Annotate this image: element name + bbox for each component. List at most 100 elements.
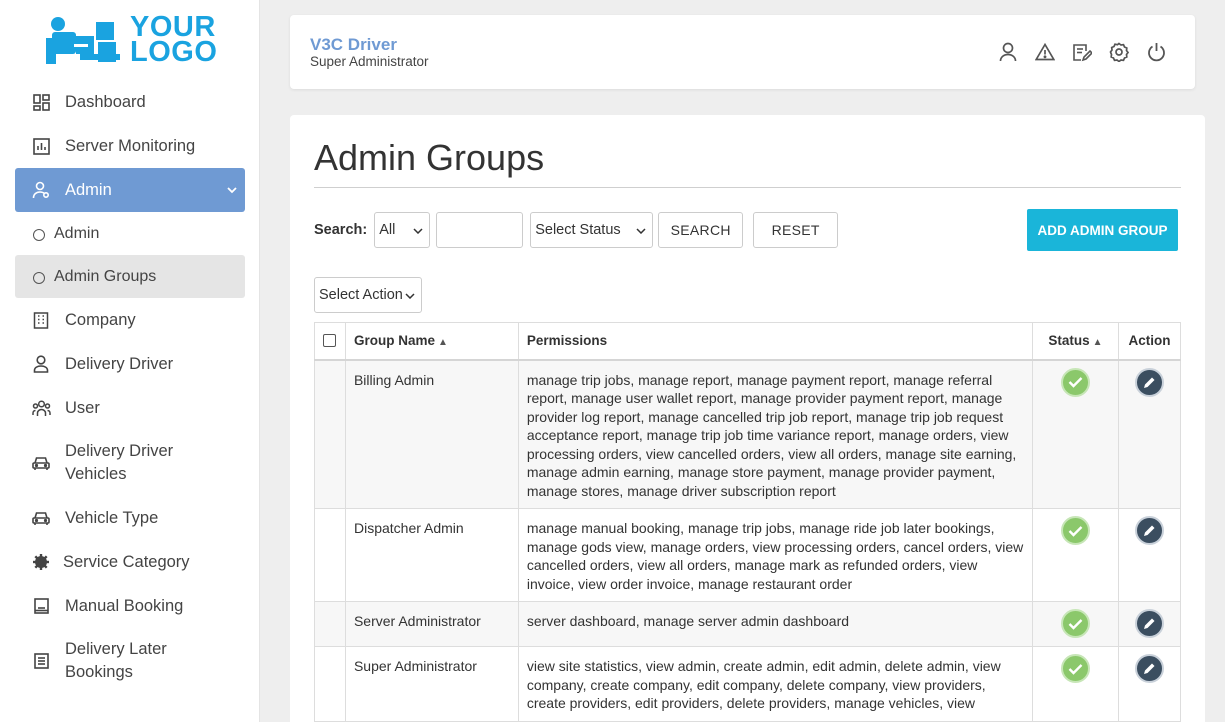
active-status-icon[interactable] <box>1061 516 1090 545</box>
logo-icon <box>46 17 120 64</box>
group-name-cell: Dispatcher Admin <box>344 508 519 602</box>
edit-icon[interactable] <box>1134 609 1164 638</box>
column-header-status[interactable]: Status ▲︎ <box>1032 322 1119 361</box>
action-cell <box>1117 646 1182 722</box>
row-checkbox-cell[interactable] <box>314 508 346 602</box>
sidebar-item-label: Vehicle Type <box>65 508 159 527</box>
sidebar-item-company[interactable]: Company <box>15 298 245 342</box>
search-field-select[interactable]: All <box>374 212 431 248</box>
sidebar-item-server-monitoring[interactable]: Server Monitoring <box>15 124 245 168</box>
circle-icon <box>33 229 45 241</box>
add-admin-group-button[interactable]: ADD ADMIN GROUP <box>1027 209 1178 251</box>
bulk-action-select[interactable]: Select Action <box>314 277 422 313</box>
logo[interactable]: YOUR LOGO <box>44 12 217 68</box>
dashboard-icon <box>31 92 51 112</box>
active-status-icon[interactable] <box>1061 609 1090 638</box>
user-icon <box>31 354 51 374</box>
search-label: Search: <box>314 222 368 238</box>
booking-icon <box>31 596 51 616</box>
user-role: Super Administrator <box>310 54 429 69</box>
settings-icon[interactable] <box>1108 41 1130 63</box>
divider <box>314 187 1181 188</box>
search-input[interactable] <box>436 212 524 248</box>
sidebar-subitem-admin-groups[interactable]: Admin Groups <box>15 255 245 298</box>
table-row: Billing Admin manage trip jobs, manage r… <box>314 359 1182 509</box>
page-title: Admin Groups <box>314 137 545 178</box>
sidebar-item-delivery-driver-vehicles[interactable]: Delivery Driver Vehicles <box>15 430 245 496</box>
sidebar-item-label: Dashboard <box>65 92 146 111</box>
sidebar-item-service-category[interactable]: Service Category <box>15 540 245 584</box>
sort-icon: ▲︎ <box>1092 337 1103 349</box>
car-icon <box>31 508 51 528</box>
status-select-value: Select Status <box>535 222 621 238</box>
status-select[interactable]: Select Status <box>530 212 654 248</box>
edit-icon[interactable] <box>1134 654 1164 683</box>
power-icon[interactable] <box>1145 41 1167 63</box>
select-all-checkbox[interactable] <box>323 334 337 348</box>
row-checkbox-cell[interactable] <box>314 646 346 722</box>
sidebar-item-label: Service Category <box>63 552 190 571</box>
top-header: V3C Driver Super Administrator <box>290 15 1195 89</box>
action-cell <box>1117 359 1182 509</box>
sidebar-item-label: User <box>65 398 100 417</box>
sidebar-item-delivery-driver[interactable]: Delivery Driver <box>15 342 245 386</box>
admin-user-icon <box>31 180 51 200</box>
reset-button[interactable]: RESET <box>753 212 839 248</box>
sidebar-subitem-admin[interactable]: Admin <box>15 212 245 255</box>
chevron-down-icon <box>413 222 423 238</box>
main-content: Admin Groups Search: All Select Status S… <box>290 115 1205 722</box>
action-cell <box>1117 601 1182 647</box>
list-icon <box>31 651 51 671</box>
select-all-cell <box>314 322 346 361</box>
status-cell <box>1032 646 1119 722</box>
sidebar-item-label: Manual Booking <box>65 596 184 615</box>
column-header-group-name[interactable]: Group Name ▲︎ <box>344 322 519 361</box>
column-header-permissions: Permissions <box>517 322 1034 361</box>
sort-icon: ▲︎ <box>437 337 448 349</box>
profile-icon[interactable] <box>997 41 1019 63</box>
table-row: Super Administrator view site statistics… <box>314 646 1182 722</box>
active-status-icon[interactable] <box>1061 654 1090 683</box>
sidebar-item-vehicle-type[interactable]: Vehicle Type <box>15 496 245 540</box>
sidebar-item-label: Admin <box>54 224 100 242</box>
edit-icon[interactable] <box>1134 516 1164 545</box>
table-row: Dispatcher Admin manage manual booking, … <box>314 508 1182 602</box>
sidebar-item-label: Delivery Later Bookings <box>65 640 167 681</box>
app-title: V3C Driver <box>310 35 397 54</box>
warning-icon[interactable] <box>1034 41 1056 63</box>
sidebar-nav: Dashboard Server Monitoring Admin Admin … <box>15 80 245 694</box>
edit-note-icon[interactable] <box>1071 41 1093 63</box>
action-select-value: Select Action <box>319 287 403 303</box>
sidebar-item-label: Delivery Driver <box>65 354 174 373</box>
sidebar-item-dashboard[interactable]: Dashboard <box>15 80 245 124</box>
column-header-action: Action <box>1117 322 1182 361</box>
sidebar-item-manual-booking[interactable]: Manual Booking <box>15 584 245 628</box>
status-cell <box>1032 508 1119 602</box>
table-row: Server Administrator server dashboard, m… <box>314 601 1182 647</box>
group-name-cell: Server Administrator <box>344 601 519 647</box>
logo-text: YOUR LOGO <box>130 11 218 68</box>
sidebar-item-label: Company <box>65 310 136 329</box>
sidebar-item-label: Delivery Driver Vehicles <box>65 442 174 483</box>
row-checkbox-cell[interactable] <box>314 601 346 647</box>
sidebar-item-user[interactable]: User <box>15 386 245 430</box>
search-bar: Search: All Select Status SEARCH RESET <box>314 212 839 248</box>
gear-icon <box>31 552 51 572</box>
permissions-cell: manage trip jobs, manage report, manage … <box>517 359 1034 509</box>
sidebar-item-delivery-later-bookings[interactable]: Delivery Later Bookings <box>15 628 245 694</box>
circle-icon <box>33 272 45 284</box>
chevron-down-icon <box>227 183 237 197</box>
permissions-cell: manage manual booking, manage trip jobs,… <box>517 508 1034 602</box>
row-checkbox-cell[interactable] <box>314 359 346 509</box>
table-header-row: Group Name ▲︎ Permissions Status ▲︎ Action <box>314 322 1182 361</box>
users-icon <box>31 398 51 418</box>
search-button[interactable]: SEARCH <box>658 212 744 248</box>
edit-icon[interactable] <box>1134 367 1164 397</box>
building-icon <box>31 310 51 330</box>
active-status-icon[interactable] <box>1061 367 1090 397</box>
status-cell <box>1032 601 1119 647</box>
chevron-down-icon <box>636 222 646 238</box>
permissions-cell: view site statistics, view admin, create… <box>517 646 1034 722</box>
sidebar-item-admin[interactable]: Admin <box>15 168 245 212</box>
chart-icon <box>31 136 51 156</box>
